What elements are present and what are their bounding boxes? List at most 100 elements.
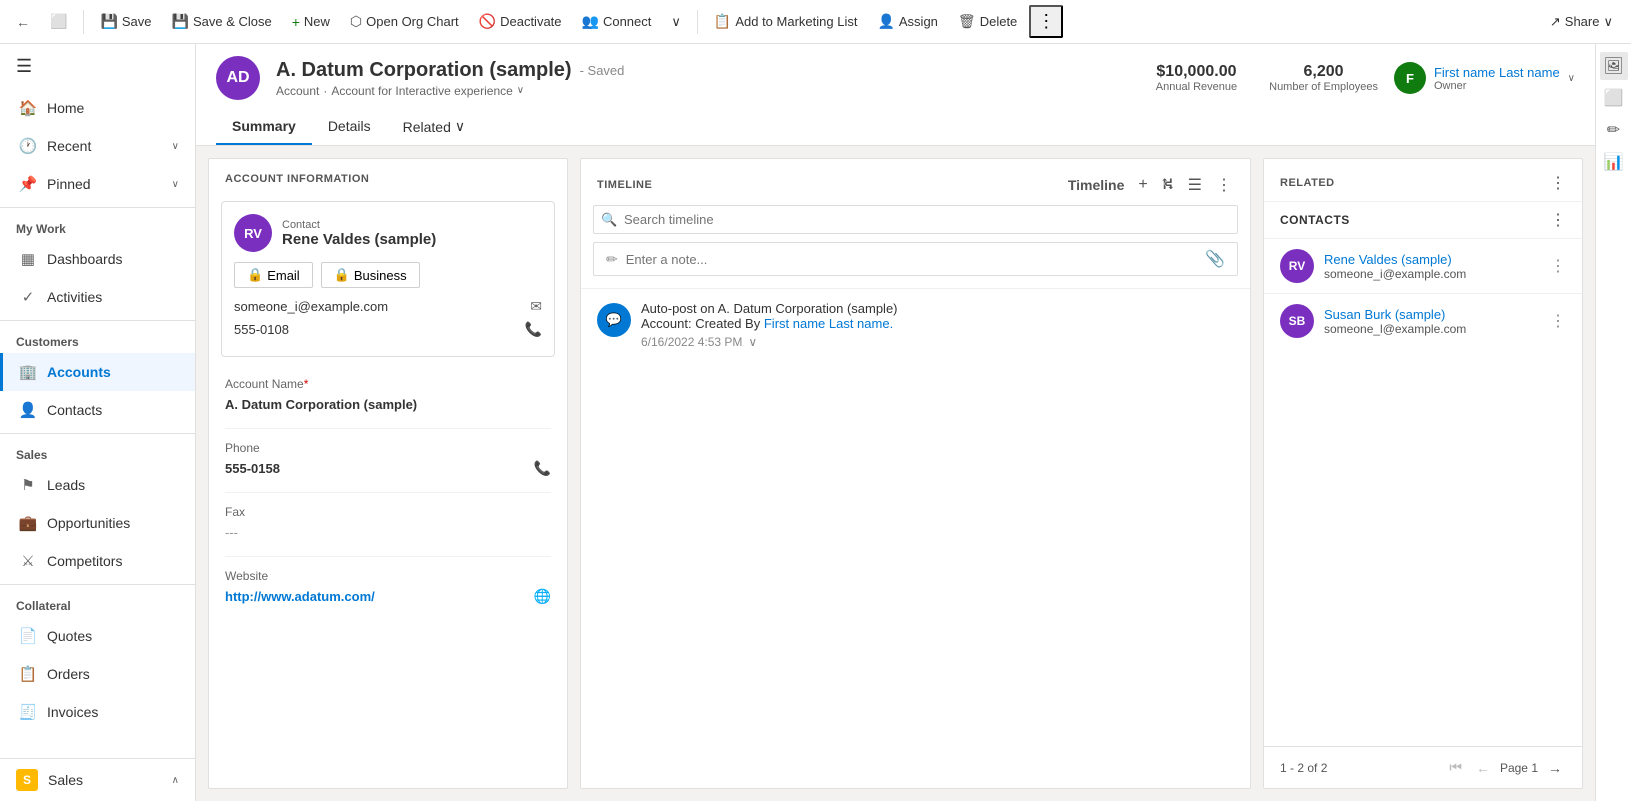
connect-button[interactable]: 👥 Connect xyxy=(574,9,660,34)
sidebar-item-home[interactable]: 🏠 Home xyxy=(0,89,195,127)
new-button[interactable]: + New xyxy=(284,10,338,34)
sidebar-divider-4 xyxy=(0,584,195,585)
add-marketing-button[interactable]: 📋 Add to Marketing List xyxy=(706,9,866,34)
share-button[interactable]: ↗ Share ∨ xyxy=(1540,10,1623,34)
contact-rene-email: someone_i@example.com xyxy=(1324,267,1540,281)
email-lock-icon: 🔒 xyxy=(247,267,263,283)
org-chart-button[interactable]: ⬡ Open Org Chart xyxy=(342,9,467,34)
email-field-icon[interactable]: ✉ xyxy=(530,298,542,315)
sidebar-app-item[interactable]: S Sales ∧ xyxy=(0,759,195,801)
sidebar-item-dashboards[interactable]: ▦ Dashboards xyxy=(0,240,195,278)
sidebar-item-contacts[interactable]: 👤 Contacts xyxy=(0,391,195,429)
deactivate-button[interactable]: 🚫 Deactivate xyxy=(471,9,570,34)
hamburger-button[interactable]: ☰ xyxy=(0,44,195,89)
pagination-prev-button[interactable]: ← xyxy=(1472,758,1494,778)
tab-details[interactable]: Details xyxy=(312,110,387,145)
more-button[interactable]: ⋮ xyxy=(1029,5,1063,38)
opportunities-icon: 💼 xyxy=(19,514,37,532)
website-value[interactable]: http://www.adatum.com/ xyxy=(225,585,375,608)
tab-summary[interactable]: Summary xyxy=(216,110,312,145)
sidebar-item-quotes[interactable]: 📄 Quotes xyxy=(0,617,195,655)
expand-button[interactable]: ⬜ xyxy=(42,9,75,34)
timeline-add-button[interactable]: + xyxy=(1136,174,1149,196)
pagination-next-button[interactable]: → xyxy=(1544,758,1566,778)
phone-field-icon[interactable]: 📞 xyxy=(525,321,542,338)
side-icon-image[interactable]: 🖼 xyxy=(1600,52,1628,80)
contact-rene-more-icon[interactable]: ⋮ xyxy=(1550,256,1566,276)
timeline-section-title: TIMELINE xyxy=(597,179,652,191)
pagination-first-button[interactable]: ⏮ xyxy=(1445,757,1466,778)
post-text: Auto-post on A. Datum Corporation (sampl… xyxy=(641,301,1234,331)
record-avatar: AD xyxy=(216,56,260,100)
account-name-value[interactable]: A. Datum Corporation (sample) xyxy=(225,393,551,416)
save-close-button[interactable]: 💾 Save & Close xyxy=(164,9,280,34)
separator-1 xyxy=(83,10,84,34)
sidebar-divider-1 xyxy=(0,207,195,208)
panels: ACCOUNT INFORMATION RV Contact Rene Vald… xyxy=(196,146,1595,801)
pagination-info: 1 - 2 of 2 xyxy=(1280,761,1327,775)
connect-chevron-button[interactable]: ∨ xyxy=(663,10,689,34)
sidebar-divider-3 xyxy=(0,433,195,434)
account-info-title: ACCOUNT INFORMATION xyxy=(209,159,567,193)
side-icon-table[interactable]: 📊 xyxy=(1600,148,1628,176)
marketing-icon: 📋 xyxy=(714,13,731,30)
post-meta: 6/16/2022 4:53 PM ∨ xyxy=(641,335,1234,349)
employees-stat: 6,200 Number of Employees xyxy=(1269,63,1378,93)
related-section-title: RELATED xyxy=(1280,177,1335,189)
save-button[interactable]: 💾 Save xyxy=(92,9,159,34)
owner-name[interactable]: First name Last name xyxy=(1434,65,1560,80)
post-author-link[interactable]: First name Last name. xyxy=(764,316,893,331)
app-badge: S xyxy=(16,769,38,791)
attach-icon[interactable]: 📎 xyxy=(1205,249,1225,269)
tab-related[interactable]: Related ∨ xyxy=(387,110,482,145)
side-icon-page[interactable]: ⬜ xyxy=(1600,84,1628,112)
assign-button[interactable]: 👤 Assign xyxy=(869,9,945,34)
phone-value[interactable]: 555-0158 xyxy=(225,457,280,480)
delete-icon: 🗑 xyxy=(958,13,976,30)
timeline-filter-button[interactable]: ⛕ xyxy=(1160,173,1176,197)
side-icon-pencil[interactable]: ✏ xyxy=(1600,116,1628,144)
new-icon: + xyxy=(292,14,300,30)
related-contact-susan: SB Susan Burk (sample) someone_l@example… xyxy=(1264,293,1582,348)
connect-icon: 👥 xyxy=(582,13,599,30)
timeline-list-button[interactable]: ☰ xyxy=(1186,173,1204,197)
contact-susan-more-icon[interactable]: ⋮ xyxy=(1550,311,1566,331)
annual-revenue-stat: $10,000.00 Annual Revenue xyxy=(1156,63,1237,93)
business-button[interactable]: 🔒 Business xyxy=(321,262,420,288)
web-icon[interactable]: 🌐 xyxy=(534,588,551,605)
timeline-search-input[interactable] xyxy=(593,205,1238,234)
content-area: AD A. Datum Corporation (sample) - Saved… xyxy=(196,44,1595,801)
share-chevron-icon: ∨ xyxy=(1603,14,1613,30)
note-input[interactable] xyxy=(626,252,1197,267)
sidebar-item-recent[interactable]: 🕐 Recent ∨ xyxy=(0,127,195,165)
email-button[interactable]: 🔒 Email xyxy=(234,262,313,288)
contact-susan-name[interactable]: Susan Burk (sample) xyxy=(1324,307,1540,322)
sidebar-item-activities[interactable]: ✓ Activities xyxy=(0,278,195,316)
record-title-block: A. Datum Corporation (sample) - Saved Ac… xyxy=(276,59,1140,98)
timeline-more-button[interactable]: ⋮ xyxy=(1214,173,1234,197)
sidebar-accounts-label: Accounts xyxy=(47,364,111,380)
sidebar-item-invoices[interactable]: 🧾 Invoices xyxy=(0,693,195,731)
delete-button[interactable]: 🗑 Delete xyxy=(950,9,1025,34)
owner-chevron-icon[interactable]: ∨ xyxy=(1568,73,1575,84)
fax-value[interactable]: --- xyxy=(225,521,551,544)
contacts-more-icon[interactable]: ⋮ xyxy=(1550,210,1566,230)
sidebar-item-opportunities[interactable]: 💼 Opportunities xyxy=(0,504,195,542)
sidebar-item-leads[interactable]: ⚑ Leads xyxy=(0,466,195,504)
expand-icon: ⬜ xyxy=(50,13,67,30)
recent-icon: 🕐 xyxy=(19,137,37,155)
phone-label: Phone xyxy=(225,441,551,455)
post-expand-icon[interactable]: ∨ xyxy=(748,335,757,349)
phone-icon[interactable]: 📞 xyxy=(534,460,551,477)
dashboards-icon: ▦ xyxy=(19,250,37,268)
sidebar-item-accounts[interactable]: 🏢 Accounts xyxy=(0,353,195,391)
pagination-controls: ⏮ ← Page 1 → xyxy=(1445,757,1566,778)
sidebar-item-pinned[interactable]: 📌 Pinned ∨ xyxy=(0,165,195,203)
view-chevron-icon[interactable]: ∨ xyxy=(517,85,524,96)
contact-rene-name[interactable]: Rene Valdes (sample) xyxy=(1324,252,1540,267)
sidebar-competitors-label: Competitors xyxy=(47,553,122,569)
sidebar-item-orders[interactable]: 📋 Orders xyxy=(0,655,195,693)
sidebar-item-competitors[interactable]: ⚔ Competitors xyxy=(0,542,195,580)
related-more-icon[interactable]: ⋮ xyxy=(1550,173,1566,193)
back-button[interactable]: ← xyxy=(8,10,38,34)
